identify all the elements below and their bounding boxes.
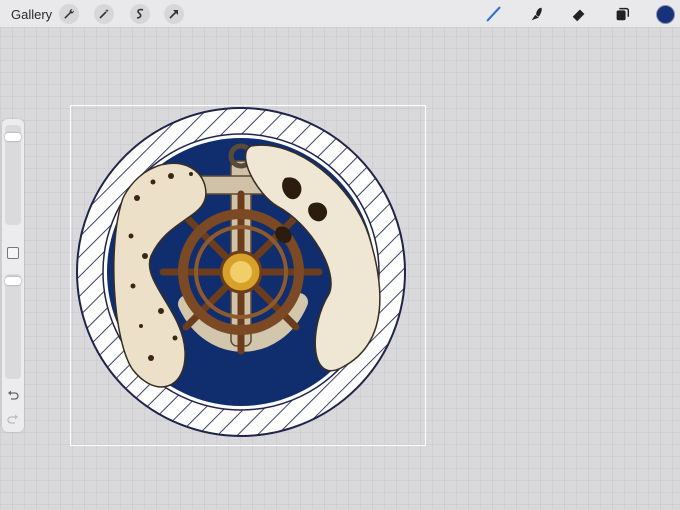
brush-opacity-slider[interactable] — [5, 274, 21, 379]
modify-button[interactable] — [7, 247, 19, 259]
selection-icon[interactable] — [130, 4, 150, 24]
gallery-button[interactable]: Gallery — [11, 7, 52, 22]
color-swatch[interactable] — [656, 5, 675, 24]
illustration-emblem — [76, 107, 406, 437]
drawing-canvas[interactable] — [70, 105, 426, 446]
transform-arrow-icon[interactable] — [164, 4, 184, 24]
magic-wand-icon[interactable] — [94, 4, 114, 24]
brush-icon[interactable] — [484, 4, 504, 24]
redo-icon[interactable] — [6, 413, 20, 427]
layers-icon[interactable] — [612, 4, 632, 24]
top-toolbar: Gallery — [0, 0, 680, 28]
wrench-icon[interactable] — [59, 4, 79, 24]
undo-icon[interactable] — [6, 389, 20, 403]
brush-size-slider[interactable] — [5, 125, 21, 225]
brush-size-thumb[interactable] — [5, 133, 21, 141]
left-sidebar — [2, 119, 24, 432]
smudge-icon[interactable] — [527, 4, 547, 24]
eraser-icon[interactable] — [569, 4, 589, 24]
brush-opacity-thumb[interactable] — [5, 277, 21, 285]
